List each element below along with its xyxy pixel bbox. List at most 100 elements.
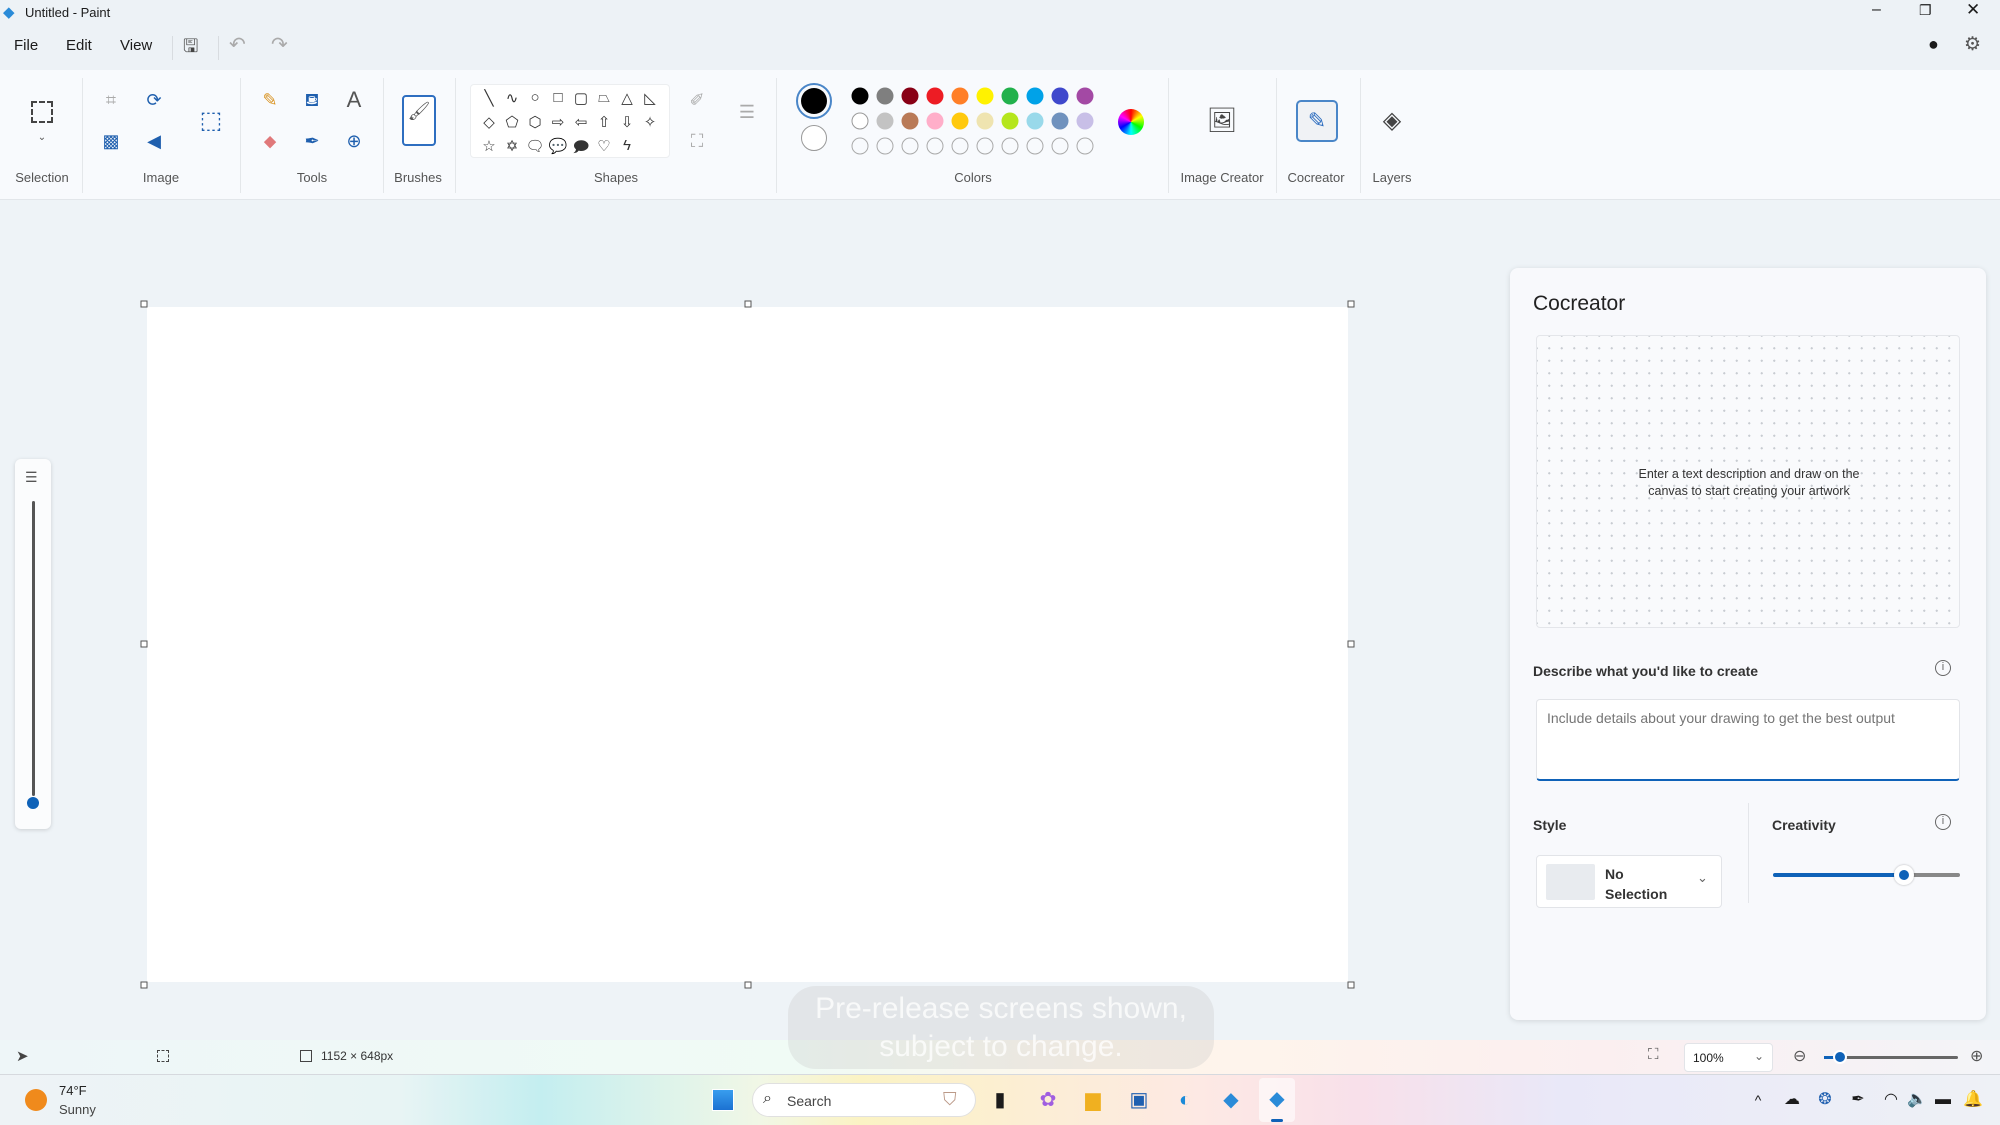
shape-item[interactable]: 🗨 [525,137,545,155]
color-swatch[interactable] [876,112,894,130]
group-label-layers[interactable]: Layers [1372,170,1411,185]
shape-item[interactable]: 💬 [548,137,568,155]
fit-to-window-icon[interactable]: ⛶ [1648,1046,1659,1063]
color-swatch[interactable] [901,112,919,130]
color-swatch[interactable] [1001,137,1019,155]
color-swatch[interactable] [1001,87,1019,105]
color-swatch[interactable] [926,137,944,155]
zoom-slider-thumb[interactable] [1833,1050,1848,1064]
color-swatch[interactable] [901,137,919,155]
zoom-out-icon[interactable]: ⊖ [1793,1046,1806,1066]
color-swatch[interactable] [1051,112,1069,130]
canvas-resize-handle[interactable] [1347,640,1355,648]
group-label-cocreator[interactable]: Cocreator [1287,170,1344,185]
shape-item[interactable]: □ [548,89,568,106]
canvas-resize-handle[interactable] [140,640,148,648]
pen-icon[interactable]: ✒ [1851,1092,1864,1108]
color-swatch[interactable] [951,112,969,130]
color-swatch[interactable] [1026,137,1044,155]
redo-icon[interactable]: ↷ [271,32,288,57]
shape-item[interactable]: ☆ [479,137,499,155]
prompt-input[interactable] [1536,699,1960,781]
edit-colors-wheel-icon[interactable] [1118,109,1144,135]
color-swatch[interactable] [1076,137,1094,155]
paint-preview-icon[interactable]: ◆ [1223,1090,1238,1110]
shape-item[interactable]: ϟ [617,137,637,154]
canvas-resize-handle[interactable] [1347,300,1355,308]
color-swatch[interactable] [876,87,894,105]
color-swatch[interactable] [926,112,944,130]
battery-icon[interactable]: ▬ [1935,1092,1951,1108]
color-swatch[interactable] [851,112,869,130]
stroke-size-icon[interactable]: ☰ [739,103,755,121]
magnifier-icon[interactable]: ⊕ [346,132,361,150]
undo-icon[interactable]: ↶ [229,32,246,57]
shape-item[interactable]: ⇦ [571,113,591,131]
shape-item[interactable]: ○ [525,89,545,106]
notification-bell-icon[interactable]: 🔔 [1963,1092,1983,1108]
minimize-icon[interactable]: – [1872,1,1881,19]
weather-condition[interactable]: Sunny [59,1102,96,1117]
info-icon[interactable]: i [1935,814,1951,830]
shape-item[interactable]: ✧ [640,113,660,131]
shape-item[interactable]: ∿ [502,89,522,107]
shape-item[interactable]: ⏢ [594,89,614,106]
cocreator-button[interactable]: ✎ [1296,100,1338,142]
color-swatch[interactable] [976,112,994,130]
shape-item[interactable]: ╲ [479,89,499,107]
color-swatch[interactable] [1001,112,1019,130]
zoom-slider[interactable] [1824,1050,1958,1064]
zoom-in-icon[interactable]: ⊕ [1970,1046,1983,1066]
wifi-icon[interactable]: ◠ [1884,1092,1898,1108]
group-label-image-creator[interactable]: Image Creator [1180,170,1263,185]
tray-app-icon[interactable]: ❂ [1818,1092,1831,1108]
fill-bucket-icon[interactable]: ⛾ [305,91,320,109]
shape-item[interactable]: ⇧ [594,113,614,131]
drawing-canvas[interactable] [147,307,1348,982]
canvas-resize-handle[interactable] [140,981,148,989]
shape-item[interactable]: ♡ [594,137,614,155]
shape-item[interactable]: ✡ [502,137,522,155]
shape-item[interactable]: ⬠ [502,113,522,131]
color-picker-icon[interactable]: ✒ [304,132,319,150]
paint-taskbar-button[interactable]: ◆ [1259,1078,1295,1122]
image-creator-icon[interactable]: 🖼 [1207,109,1237,133]
layers-icon[interactable]: ◈ [1383,109,1401,133]
selection-rect-icon[interactable] [31,101,53,123]
shape-item[interactable]: ◺ [640,89,660,107]
brush-size-slider[interactable] [32,501,35,796]
color-swatch[interactable] [951,137,969,155]
eraser-icon[interactable]: ⬥ [264,132,277,150]
color-swatch[interactable] [851,137,869,155]
file-explorer-icon[interactable]: ▆ [1085,1090,1100,1110]
canvas-resize-handle[interactable] [744,981,752,989]
shape-item[interactable]: ◇ [479,113,499,131]
volume-icon[interactable]: 🔈 [1907,1092,1927,1108]
brushes-button[interactable]: 🖌 [402,95,436,146]
secondary-color-button[interactable] [801,125,827,151]
taskbar-search[interactable]: ⌕ Search ⛉ [752,1083,976,1117]
shape-item[interactable]: ⇨ [548,113,568,131]
save-icon[interactable]: 🖫 [183,34,198,64]
pencil-icon[interactable]: ✎ [262,91,277,109]
creativity-slider[interactable] [1773,865,1960,885]
close-icon[interactable]: ✕ [1966,0,1980,20]
brush-size-thumb[interactable] [27,797,39,809]
weather-sun-icon[interactable] [25,1089,47,1111]
color-swatch[interactable] [926,87,944,105]
info-icon[interactable]: i [1935,660,1951,676]
zoom-dropdown[interactable]: 100% ⌄ [1684,1043,1773,1072]
color-swatch[interactable] [976,87,994,105]
crop-icon[interactable]: ⌗ [106,91,116,109]
rotate-icon[interactable]: ⟳ [146,91,161,109]
menu-file[interactable]: File [14,37,38,54]
primary-color-button[interactable] [796,83,832,119]
remove-background-icon[interactable]: ▩ [102,132,119,150]
shape-item[interactable]: △ [617,89,637,107]
start-windows-icon[interactable] [712,1089,734,1111]
edge-browser-icon[interactable]: ◐ [1179,1090,1191,1110]
settings-gear-icon[interactable]: ⚙ [1964,33,1981,56]
chevron-down-icon[interactable]: ⌄ [38,133,46,143]
flip-icon[interactable]: ◀ [147,132,161,150]
creativity-slider-thumb[interactable] [1893,865,1914,885]
